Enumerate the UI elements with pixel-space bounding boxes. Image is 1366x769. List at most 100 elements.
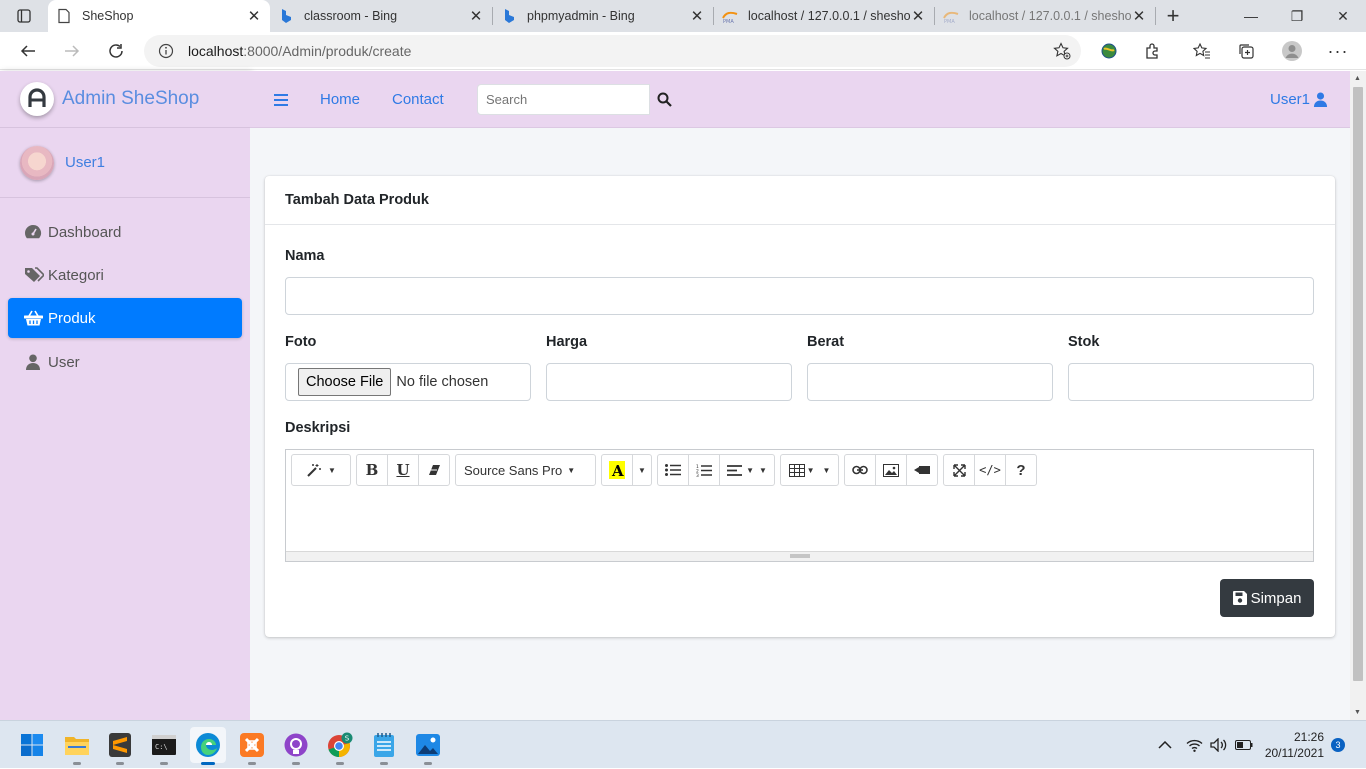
tray-overflow-button[interactable] bbox=[1158, 721, 1172, 769]
table-dropdown-button[interactable]: ▼ ▼ bbox=[780, 454, 839, 486]
font-color-button[interactable]: A bbox=[601, 454, 633, 486]
photos-icon bbox=[416, 734, 440, 756]
edge-icon bbox=[196, 733, 220, 757]
favorites-icon[interactable] bbox=[1189, 39, 1215, 63]
nama-input[interactable] bbox=[285, 277, 1314, 315]
stok-input[interactable] bbox=[1068, 363, 1314, 401]
refresh-button[interactable] bbox=[98, 32, 134, 70]
user-icon bbox=[24, 354, 44, 370]
folder-icon bbox=[65, 737, 89, 755]
font-color-dropdown[interactable]: ▼ bbox=[632, 454, 652, 486]
close-tab-icon[interactable]: ✕ bbox=[689, 7, 705, 25]
file-explorer-app[interactable] bbox=[59, 727, 95, 765]
scroll-down-icon[interactable]: ▼ bbox=[1354, 709, 1361, 716]
paragraph-align-dropdown[interactable]: ▼ ▼ bbox=[719, 454, 775, 486]
back-button[interactable] bbox=[10, 32, 46, 70]
foto-file-input[interactable]: Choose File No file chosen bbox=[285, 363, 531, 401]
scroll-up-icon[interactable]: ▲ bbox=[1354, 75, 1361, 82]
add-favorite-icon[interactable] bbox=[1053, 42, 1071, 60]
brand-link[interactable]: Admin SheShop bbox=[0, 71, 250, 128]
tab-actions-button[interactable] bbox=[0, 0, 48, 32]
help-button[interactable]: ? bbox=[1005, 454, 1037, 486]
xampp-app[interactable] bbox=[234, 727, 270, 765]
wifi-status[interactable] bbox=[1186, 721, 1203, 769]
insert-picture-button[interactable] bbox=[875, 454, 907, 486]
insert-link-button[interactable] bbox=[844, 454, 876, 486]
editor-content-area[interactable] bbox=[286, 492, 1313, 551]
style-dropdown-button[interactable]: ▼ bbox=[291, 454, 351, 486]
bold-button[interactable]: B bbox=[356, 454, 388, 486]
harga-input[interactable] bbox=[546, 363, 792, 401]
close-tab-icon[interactable]: ✕ bbox=[1131, 7, 1147, 25]
url-bar[interactable]: localhost:8000/Admin/produk/create bbox=[144, 35, 1081, 67]
underline-icon: U bbox=[396, 461, 410, 479]
forward-button[interactable] bbox=[54, 32, 90, 70]
browser-tab-phpmyadmin[interactable]: phpmyadmin - Bing ✕ bbox=[493, 0, 713, 32]
chrome-app[interactable]: S bbox=[322, 727, 358, 765]
profile-avatar[interactable] bbox=[1279, 39, 1305, 63]
close-tab-icon[interactable]: ✕ bbox=[468, 7, 484, 25]
more-menu-icon[interactable]: ··· bbox=[1325, 39, 1351, 63]
sidebar-item-kategori[interactable]: Kategori bbox=[8, 255, 242, 295]
battery-status[interactable] bbox=[1235, 721, 1253, 769]
close-tab-icon[interactable]: ✕ bbox=[246, 7, 262, 25]
navbar-user-name: User1 bbox=[1270, 91, 1311, 108]
shopping-basket-icon bbox=[24, 310, 44, 326]
search-button[interactable] bbox=[650, 84, 678, 115]
browser-tab-localhost-1[interactable]: PMA localhost / 127.0.0.1 / sheshop ✕ bbox=[714, 0, 934, 32]
notification-badge[interactable]: 3 bbox=[1331, 721, 1345, 769]
browser-tab-classroom[interactable]: classroom - Bing ✕ bbox=[270, 0, 492, 32]
browser-tab-localhost-2[interactable]: PMA localhost / 127.0.0.1 / sheshop ✕ bbox=[935, 0, 1155, 32]
windows-taskbar: C:\ S 21:26 20/11/2021 3 bbox=[0, 720, 1366, 768]
search-input[interactable] bbox=[477, 84, 650, 115]
page-scrollbar[interactable]: ▲ ▼ bbox=[1350, 71, 1366, 720]
terminal-app[interactable]: C:\ bbox=[146, 727, 182, 765]
svg-text:PMA: PMA bbox=[723, 19, 734, 24]
start-button[interactable] bbox=[14, 727, 50, 763]
collections-icon[interactable] bbox=[1233, 39, 1259, 63]
sublime-text-app[interactable] bbox=[102, 727, 138, 765]
notepad-app[interactable] bbox=[366, 727, 402, 765]
sidebar-item-user[interactable]: User bbox=[8, 342, 242, 382]
vpn-extension-icon[interactable] bbox=[1096, 39, 1122, 63]
minimize-button[interactable]: ― bbox=[1228, 0, 1274, 32]
sidebar-user-name[interactable]: User1 bbox=[65, 154, 105, 171]
photos-app[interactable] bbox=[410, 727, 446, 765]
sidebar-item-dashboard[interactable]: Dashboard bbox=[8, 212, 242, 252]
choose-file-button[interactable]: Choose File bbox=[298, 368, 392, 396]
insert-video-button[interactable] bbox=[906, 454, 938, 486]
magic-icon bbox=[307, 464, 322, 477]
volume-control[interactable] bbox=[1210, 721, 1228, 769]
insert-group bbox=[844, 454, 938, 486]
sidebar-item-produk[interactable]: Produk bbox=[8, 298, 242, 338]
svg-text:3: 3 bbox=[696, 473, 699, 477]
ordered-list-button[interactable]: 123 bbox=[688, 454, 720, 486]
underline-button[interactable]: U bbox=[387, 454, 419, 486]
editor-resize-handle[interactable] bbox=[286, 551, 1313, 561]
navbar-user-menu[interactable]: User1 bbox=[1270, 71, 1328, 128]
save-button[interactable]: Simpan bbox=[1220, 579, 1314, 617]
extensions-icon[interactable] bbox=[1140, 39, 1166, 63]
close-window-button[interactable]: ✕ bbox=[1320, 0, 1366, 32]
nav-home-link[interactable]: Home bbox=[320, 71, 360, 128]
fullscreen-button[interactable] bbox=[943, 454, 975, 486]
code-view-button[interactable]: </> bbox=[974, 454, 1006, 486]
berat-input[interactable] bbox=[807, 363, 1053, 401]
unordered-list-button[interactable] bbox=[657, 454, 689, 486]
edge-browser-app[interactable] bbox=[190, 727, 226, 765]
clock[interactable]: 21:26 20/11/2021 bbox=[1264, 721, 1324, 769]
new-tab-button[interactable]: + bbox=[1156, 0, 1190, 32]
sidebar: Admin SheShop User1 Dashboard Kategori P… bbox=[0, 71, 250, 720]
github-desktop-app[interactable] bbox=[278, 727, 314, 765]
tab-title: SheShop bbox=[82, 9, 134, 23]
browser-tab-sheshop[interactable]: SheShop ✕ bbox=[48, 0, 270, 32]
nav-contact-link[interactable]: Contact bbox=[392, 71, 444, 128]
sidebar-item-label: User bbox=[48, 353, 80, 371]
scrollbar-thumb[interactable] bbox=[1353, 87, 1363, 681]
close-tab-icon[interactable]: ✕ bbox=[910, 7, 926, 25]
info-icon[interactable] bbox=[158, 43, 174, 59]
clear-format-button[interactable] bbox=[418, 454, 450, 486]
font-family-dropdown[interactable]: Source Sans Pro ▼ bbox=[455, 454, 596, 486]
hamburger-menu-button[interactable] bbox=[274, 71, 288, 128]
restore-button[interactable]: ❐ bbox=[1274, 0, 1320, 32]
